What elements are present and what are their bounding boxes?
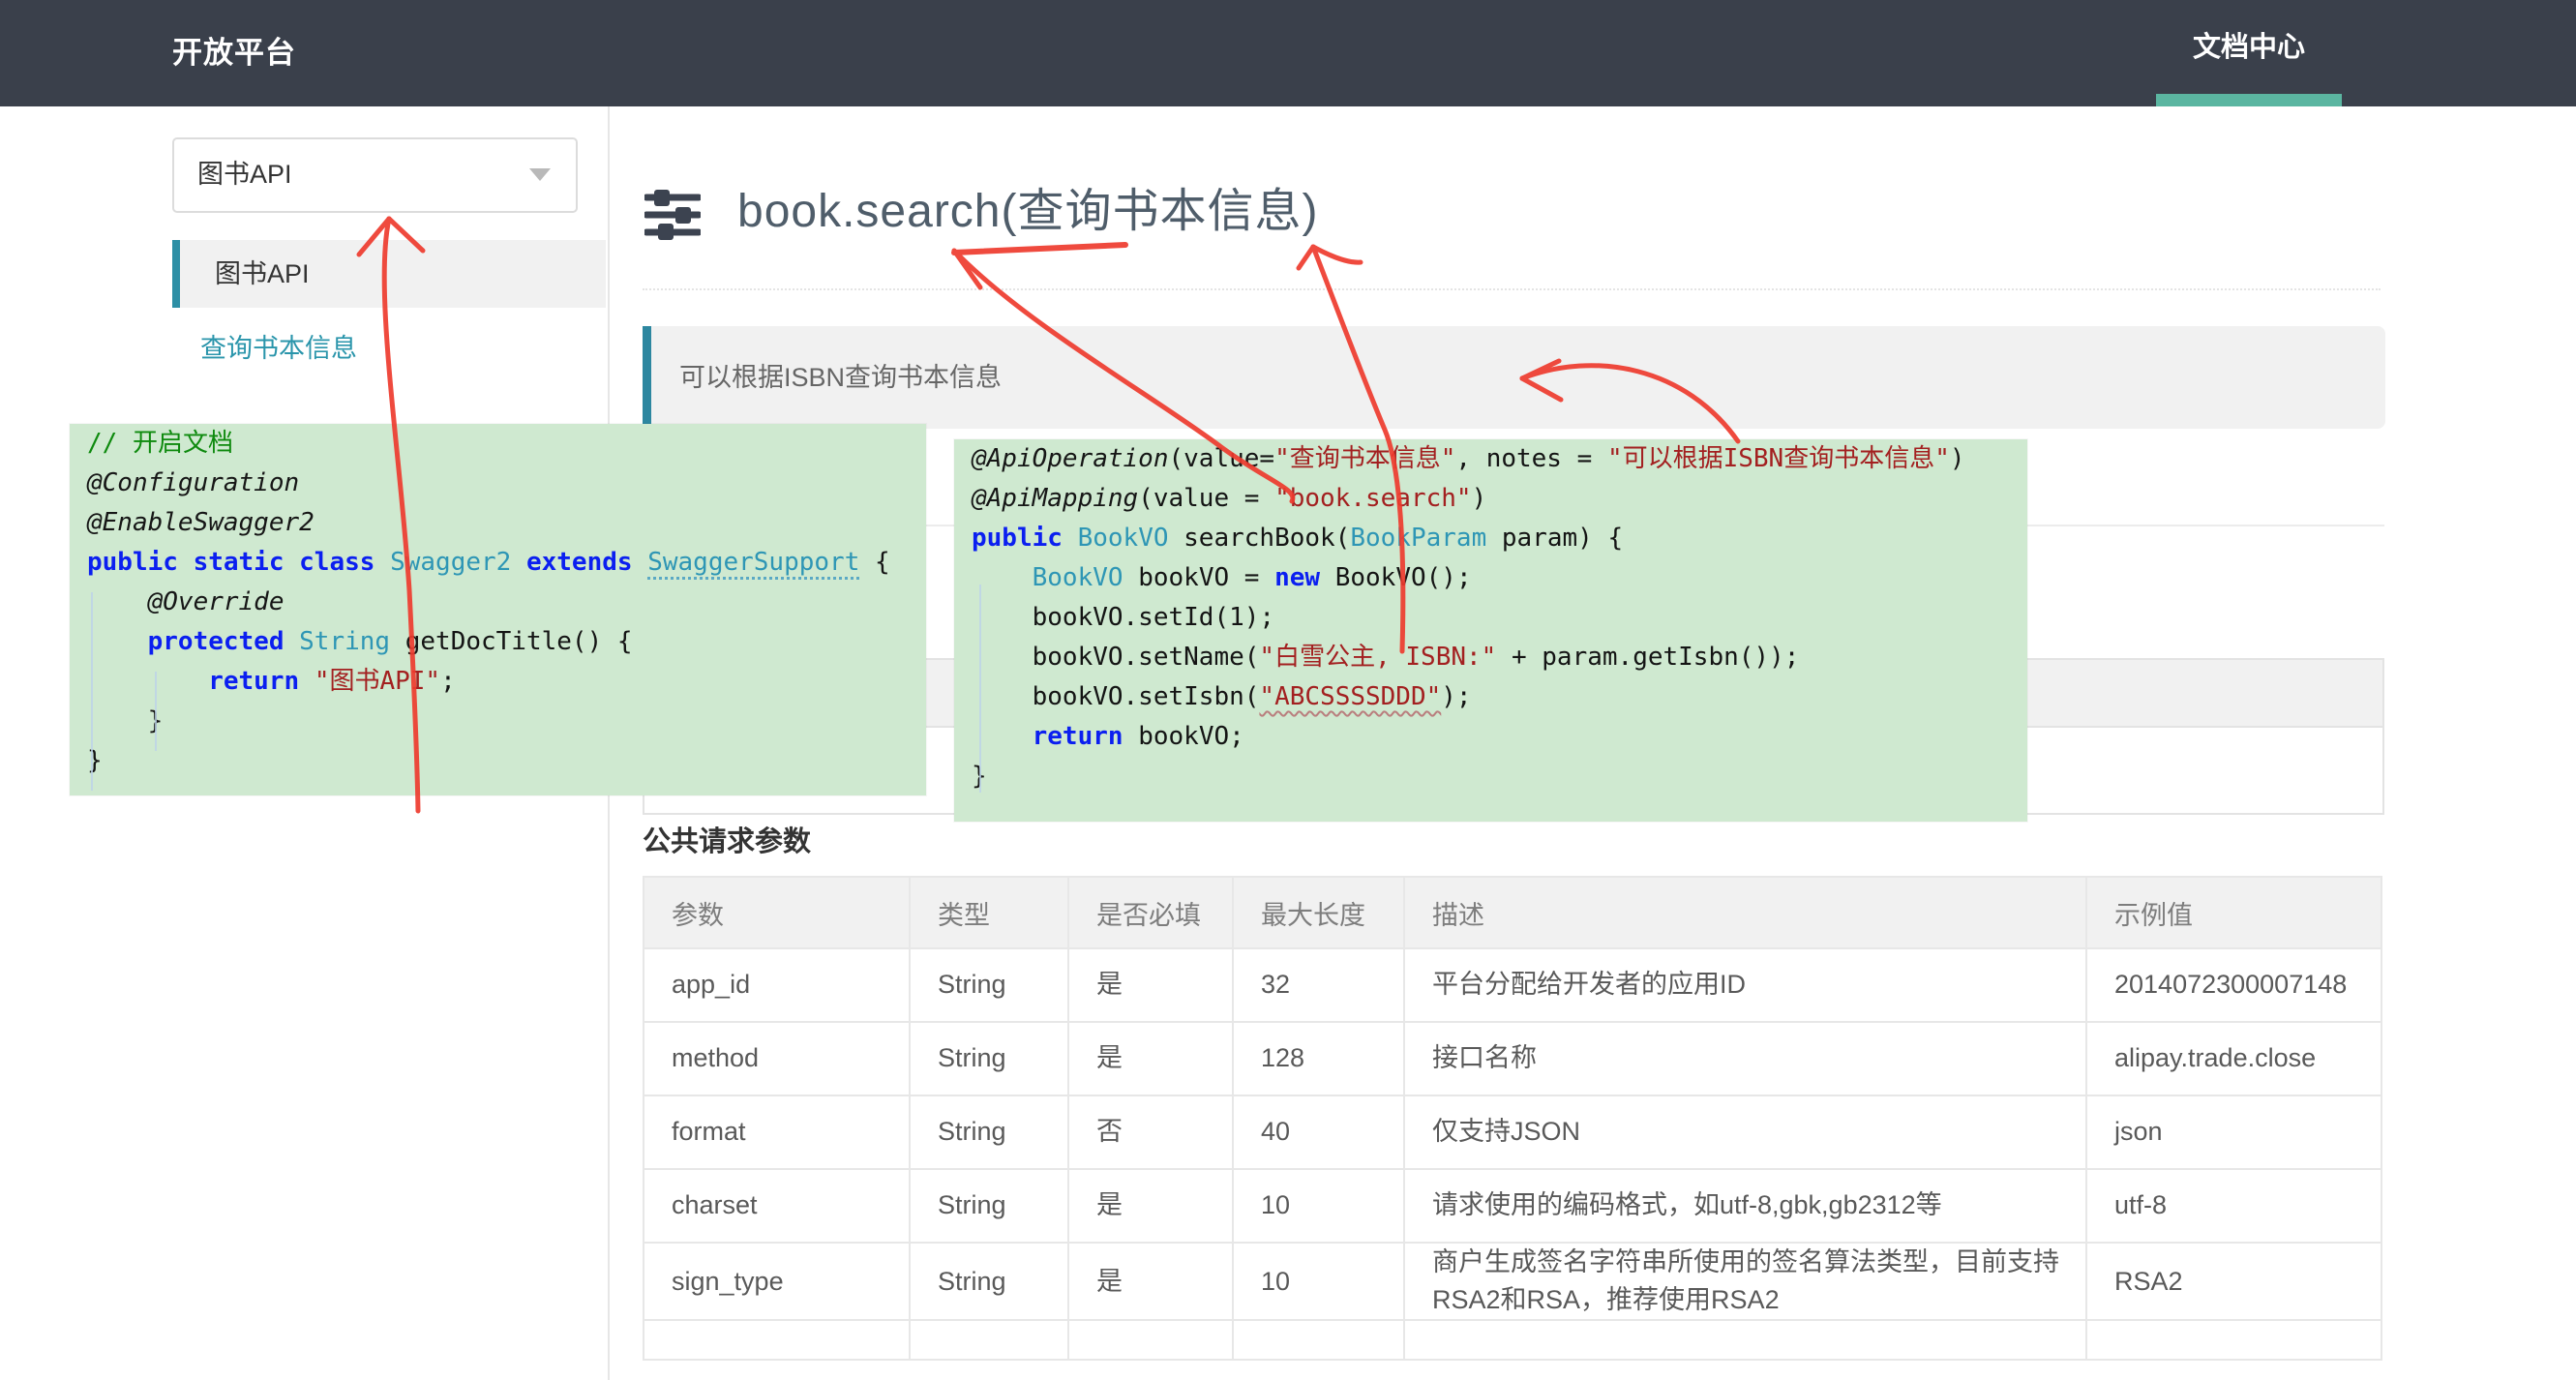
table-cell: 10 [1233,1243,1404,1320]
code-line: BookVO bookVO = new BookVO(); [954,558,2027,598]
code-line: @EnableSwagger2 [70,503,926,543]
active-group-bar [172,240,180,308]
table-cell [1233,1320,1404,1360]
sidebar-group-label: 图书API [215,240,310,308]
column-header: 描述 [1404,877,2086,948]
table-cell: 是 [1068,1243,1233,1320]
table-cell: String [910,1243,1068,1320]
code-screenshot-swagger-config: // 开启文档@Configuration@EnableSwagger2publ… [70,424,926,795]
table-cell: 接口名称 [1404,1022,2086,1095]
code-line: } [70,741,926,781]
table-cell [1068,1320,1233,1360]
indent-guide [155,672,157,751]
code-line: return bookVO; [954,717,2027,757]
code-line: // 开启文档 [70,424,926,464]
sidebar-item-book-api[interactable]: 图书API [172,240,606,308]
sidebar-link-query-book[interactable]: 查询书本信息 [200,327,357,365]
code-line: @ApiOperation(value="查询书本信息", notes = "可… [954,439,2027,479]
table-cell: 10 [1233,1169,1404,1243]
nav-item-label: 文档中心 [2156,0,2342,95]
table-cell: app_id [644,948,910,1022]
page-title: book.search(查询书本信息) [737,172,1318,240]
table-cell: 商户生成签名字符串所使用的签名算法类型，目前支持RSA2和RSA，推荐使用RSA… [1404,1243,2086,1320]
code-line: bookVO.setName("白雪公主, ISBN:" + param.get… [954,638,2027,677]
code-line: bookVO.setIsbn("ABCSSSSDDD"); [954,677,2027,717]
table-cell: 仅支持JSON [1404,1095,2086,1169]
code-line: } [954,757,2027,796]
column-header: 是否必填 [1068,877,1233,948]
api-select-value: 图书API [197,139,292,209]
api-note-box: 可以根据ISBN查询书本信息 [643,326,2385,429]
table-cell: 是 [1068,1022,1233,1095]
table-cell: 2014072300007148 [2086,948,2381,1022]
table-cell: 请求使用的编码格式，如utf-8,gbk,gb2312等 [1404,1169,2086,1243]
sliders-icon [644,190,701,240]
section-heading: 公共请求参数 [643,819,811,859]
table-cell: format [644,1095,910,1169]
table-cell: 128 [1233,1022,1404,1095]
code-line: @Override [70,583,926,622]
top-navbar: 开放平台 文档中心 [0,0,2576,106]
table-cell: RSA2 [2086,1243,2381,1320]
table-cell: 平台分配给开发者的应用ID [1404,948,2086,1022]
table-row: methodString是128接口名称alipay.trade.close [644,1022,2381,1095]
code-line: return "图书API"; [70,662,926,702]
note-accent-bar [643,326,651,429]
code-line: public BookVO searchBook(BookParam param… [954,519,2027,558]
api-note-text: 可以根据ISBN查询书本信息 [679,326,1002,429]
table-cell: json [2086,1095,2381,1169]
column-header: 参数 [644,877,910,948]
table-cell [644,1320,910,1360]
table-cell: 40 [1233,1095,1404,1169]
column-header: 最大长度 [1233,877,1404,948]
table-row-partial [644,1320,2381,1360]
common-params-table: 参数类型是否必填最大长度描述示例值 app_idString是32平台分配给开发… [643,876,2382,1361]
code-line: @ApiMapping(value = "book.search") [954,479,2027,519]
chevron-down-icon [529,168,551,181]
api-select-dropdown[interactable]: 图书API [172,137,578,213]
table-body: app_idString是32平台分配给开发者的应用ID201407230000… [644,948,2381,1360]
table-cell: utf-8 [2086,1169,2381,1243]
code-screenshot-search-book: @ApiOperation(value="查询书本信息", notes = "可… [954,439,2027,822]
table-cell [910,1320,1068,1360]
main-content: book.search(查询书本信息) 可以根据ISBN查询书本信息 // 开启… [610,106,2576,1380]
table-cell: charset [644,1169,910,1243]
nav-item-doc-center[interactable]: 文档中心 [2156,0,2342,106]
table-cell: method [644,1022,910,1095]
code-line: bookVO.setId(1); [954,598,2027,638]
code-line: @Configuration [70,464,926,503]
table-cell: String [910,1095,1068,1169]
table-cell: 是 [1068,948,1233,1022]
table-row: app_idString是32平台分配给开发者的应用ID201407230000… [644,948,2381,1022]
code-line: public static class Swagger2 extends Swa… [70,543,926,583]
brand-title: 开放平台 [172,0,296,106]
code-line: } [70,702,926,741]
table-row: formatString否40仅支持JSONjson [644,1095,2381,1169]
table-cell: String [910,1022,1068,1095]
table-cell: alipay.trade.close [2086,1022,2381,1095]
table-cell [1404,1320,2086,1360]
active-tab-indicator [2156,94,2342,106]
table-row: charsetString是10请求使用的编码格式，如utf-8,gbk,gb2… [644,1169,2381,1243]
table-cell: 否 [1068,1095,1233,1169]
table-cell: String [910,1169,1068,1243]
table-head: 参数类型是否必填最大长度描述示例值 [644,877,2381,948]
table-cell: 是 [1068,1169,1233,1243]
table-row: sign_typeString是10商户生成签名字符串所使用的签名算法类型，目前… [644,1243,2381,1320]
table-cell: String [910,948,1068,1022]
table-cell: sign_type [644,1243,910,1320]
column-header: 类型 [910,877,1068,948]
code-line: protected String getDocTitle() { [70,622,926,662]
table-cell: 32 [1233,948,1404,1022]
table-cell [2086,1320,2381,1360]
column-header: 示例值 [2086,877,2381,948]
indent-guide [979,585,981,793]
title-divider [643,288,2381,290]
indent-guide [91,592,93,791]
